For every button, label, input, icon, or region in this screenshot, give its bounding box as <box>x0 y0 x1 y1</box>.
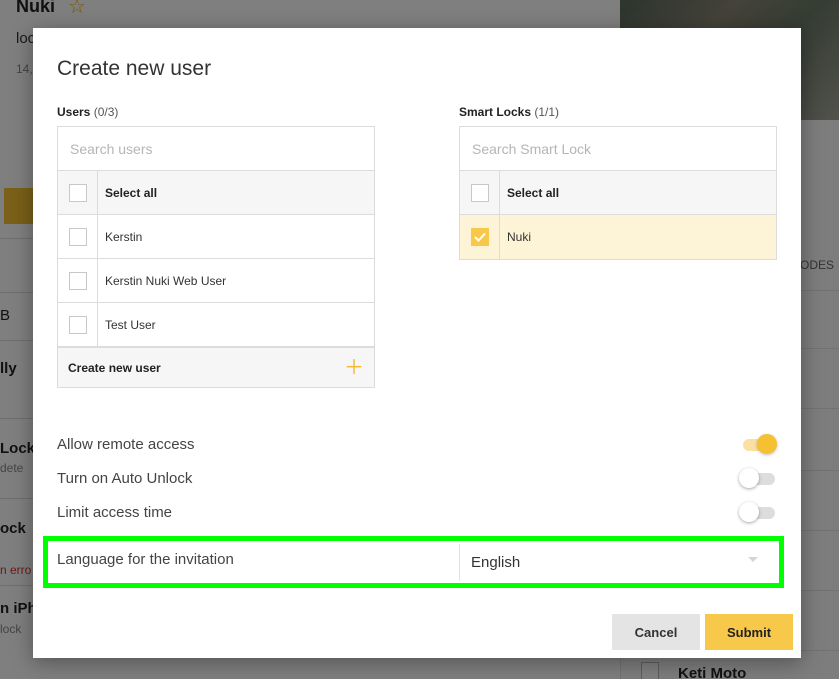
limit-access-time-label: Limit access time <box>57 504 173 521</box>
users-count: (0/3) <box>93 105 119 119</box>
auto-unlock-label: Turn on Auto Unlock <box>57 470 193 487</box>
users-search <box>58 127 374 171</box>
limit-access-time-toggle[interactable] <box>739 502 775 522</box>
language-label: Language for the invitation <box>57 551 234 568</box>
checkbox-cell <box>58 259 98 302</box>
cancel-button[interactable]: Cancel <box>612 614 700 650</box>
create-user-dialog: Create new user Users (0/3) Select all K… <box>33 28 801 658</box>
user-name: Kerstin Nuki Web User <box>105 273 227 288</box>
select-all-locks-checkbox[interactable] <box>470 183 489 202</box>
allow-remote-access-toggle[interactable] <box>741 434 777 454</box>
user-name: Kerstin <box>105 229 143 244</box>
users-label-text: Users <box>57 105 91 119</box>
create-new-user-row[interactable]: Create new user ＋ <box>58 347 374 387</box>
smart-locks-label-text: Smart Locks <box>459 105 532 119</box>
locks-select-all-row[interactable]: Select all <box>460 171 776 215</box>
toggle-knob <box>739 468 759 488</box>
select-all-label: Select all <box>105 185 158 200</box>
language-value: English <box>471 554 521 571</box>
auto-unlock-toggle[interactable] <box>739 468 775 488</box>
users-panel: Select all Kerstin Kerstin Nuki Web User… <box>57 126 375 388</box>
user-checkbox[interactable] <box>68 227 87 246</box>
user-row-kerstin-web[interactable]: Kerstin Nuki Web User <box>58 259 374 303</box>
user-row-kerstin[interactable]: Kerstin <box>58 215 374 259</box>
search-users-input[interactable] <box>70 140 374 157</box>
user-checkbox[interactable] <box>68 271 87 290</box>
smart-locks-search <box>460 127 776 171</box>
users-label: Users (0/3) <box>57 105 118 119</box>
language-select[interactable]: English <box>459 544 776 581</box>
user-checkbox[interactable] <box>68 315 87 334</box>
checkbox-cell <box>58 215 98 258</box>
user-row-test-user[interactable]: Test User <box>58 303 374 347</box>
users-select-all-row[interactable]: Select all <box>58 171 374 215</box>
create-new-user-label: Create new user <box>68 360 161 375</box>
toggle-knob <box>757 434 777 454</box>
select-all-users-checkbox[interactable] <box>68 183 87 202</box>
smart-locks-panel: Select all Nuki <box>459 126 777 260</box>
lock-checkbox[interactable] <box>470 228 489 246</box>
select-all-label: Select all <box>507 185 560 200</box>
checkbox-cell <box>460 171 500 214</box>
toggle-knob <box>739 502 759 522</box>
chevron-down-icon <box>748 557 758 562</box>
plus-icon[interactable]: ＋ <box>344 358 364 378</box>
checkbox-cell <box>58 303 98 346</box>
smart-locks-label: Smart Locks (1/1) <box>459 105 559 119</box>
checkbox-cell <box>58 171 98 214</box>
smart-locks-count: (1/1) <box>534 105 560 119</box>
user-name: Test User <box>105 317 156 332</box>
checkmark-icon <box>473 232 486 242</box>
dialog-title: Create new user <box>57 57 212 80</box>
lock-row-nuki[interactable]: Nuki <box>460 215 776 259</box>
submit-button[interactable]: Submit <box>705 614 793 650</box>
checkbox-cell <box>460 215 500 259</box>
lock-name: Nuki <box>507 230 532 244</box>
allow-remote-access-label: Allow remote access <box>57 436 195 453</box>
search-smart-lock-input[interactable] <box>472 140 776 157</box>
